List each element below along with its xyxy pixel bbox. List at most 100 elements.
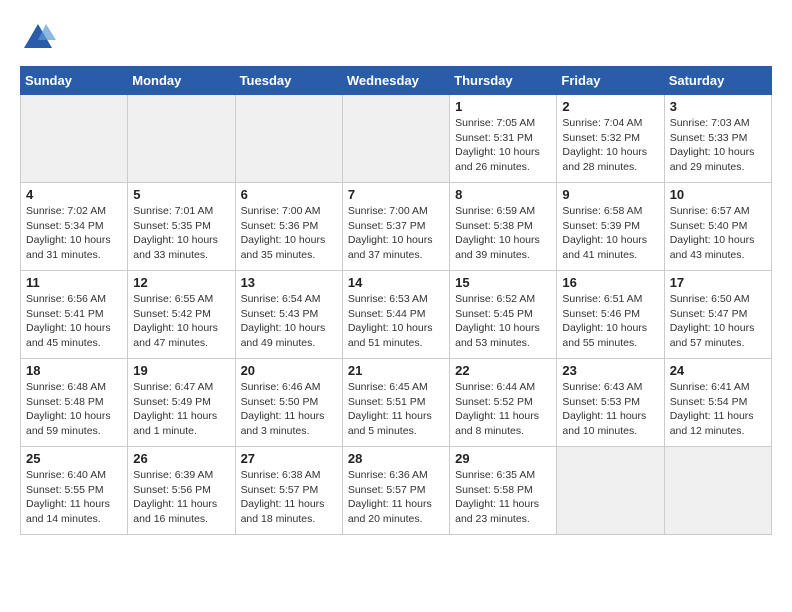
day-number: 20	[241, 363, 337, 378]
week-row-4: 18 Sunrise: 6:48 AMSunset: 5:48 PMDayligh…	[21, 359, 772, 447]
day-cell: 6 Sunrise: 7:00 AMSunset: 5:36 PMDaylight…	[235, 183, 342, 271]
logo	[20, 20, 56, 56]
day-cell: 29 Sunrise: 6:35 AMSunset: 5:58 PMDayligh…	[450, 447, 557, 535]
day-info: Sunrise: 6:50 AMSunset: 5:47 PMDaylight:…	[670, 292, 766, 351]
calendar-body: 1 Sunrise: 7:05 AMSunset: 5:31 PMDaylight…	[21, 95, 772, 535]
day-number: 8	[455, 187, 551, 202]
day-cell: 10 Sunrise: 6:57 AMSunset: 5:40 PMDayligh…	[664, 183, 771, 271]
day-cell: 14 Sunrise: 6:53 AMSunset: 5:44 PMDayligh…	[342, 271, 449, 359]
day-cell: 7 Sunrise: 7:00 AMSunset: 5:37 PMDaylight…	[342, 183, 449, 271]
day-number: 28	[348, 451, 444, 466]
day-cell: 12 Sunrise: 6:55 AMSunset: 5:42 PMDayligh…	[128, 271, 235, 359]
week-row-1: 1 Sunrise: 7:05 AMSunset: 5:31 PMDaylight…	[21, 95, 772, 183]
day-info: Sunrise: 6:53 AMSunset: 5:44 PMDaylight:…	[348, 292, 444, 351]
day-cell: 28 Sunrise: 6:36 AMSunset: 5:57 PMDayligh…	[342, 447, 449, 535]
day-number: 19	[133, 363, 229, 378]
day-number: 6	[241, 187, 337, 202]
day-info: Sunrise: 7:05 AMSunset: 5:31 PMDaylight:…	[455, 116, 551, 175]
day-cell	[342, 95, 449, 183]
day-number: 12	[133, 275, 229, 290]
day-number: 18	[26, 363, 122, 378]
day-info: Sunrise: 6:43 AMSunset: 5:53 PMDaylight:…	[562, 380, 658, 439]
day-info: Sunrise: 6:48 AMSunset: 5:48 PMDaylight:…	[26, 380, 122, 439]
day-number: 5	[133, 187, 229, 202]
day-info: Sunrise: 6:52 AMSunset: 5:45 PMDaylight:…	[455, 292, 551, 351]
day-number: 17	[670, 275, 766, 290]
day-number: 25	[26, 451, 122, 466]
day-cell: 4 Sunrise: 7:02 AMSunset: 5:34 PMDaylight…	[21, 183, 128, 271]
day-cell	[21, 95, 128, 183]
day-number: 3	[670, 99, 766, 114]
day-cell: 3 Sunrise: 7:03 AMSunset: 5:33 PMDaylight…	[664, 95, 771, 183]
day-info: Sunrise: 6:47 AMSunset: 5:49 PMDaylight:…	[133, 380, 229, 439]
day-cell: 2Sunrise: 7:04 AMSunset: 5:32 PMDaylight…	[557, 95, 664, 183]
calendar-table: SundayMondayTuesdayWednesdayThursdayFrid…	[20, 66, 772, 535]
day-cell: 9 Sunrise: 6:58 AMSunset: 5:39 PMDaylight…	[557, 183, 664, 271]
day-number: 22	[455, 363, 551, 378]
day-cell: 24Sunrise: 6:41 AMSunset: 5:54 PMDayligh…	[664, 359, 771, 447]
day-number: 7	[348, 187, 444, 202]
header-cell-thursday: Thursday	[450, 67, 557, 95]
day-cell	[235, 95, 342, 183]
week-row-5: 25 Sunrise: 6:40 AMSunset: 5:55 PMDayligh…	[21, 447, 772, 535]
week-row-3: 11Sunrise: 6:56 AMSunset: 5:41 PMDayligh…	[21, 271, 772, 359]
day-cell: 16 Sunrise: 6:51 AMSunset: 5:46 PMDayligh…	[557, 271, 664, 359]
header-cell-saturday: Saturday	[664, 67, 771, 95]
day-info: Sunrise: 6:54 AMSunset: 5:43 PMDaylight:…	[241, 292, 337, 351]
day-info: Sunrise: 6:41 AMSunset: 5:54 PMDaylight:…	[670, 380, 766, 439]
calendar-header: SundayMondayTuesdayWednesdayThursdayFrid…	[21, 67, 772, 95]
day-info: Sunrise: 6:39 AMSunset: 5:56 PMDaylight:…	[133, 468, 229, 527]
day-cell: 17 Sunrise: 6:50 AMSunset: 5:47 PMDayligh…	[664, 271, 771, 359]
day-info: Sunrise: 6:57 AMSunset: 5:40 PMDaylight:…	[670, 204, 766, 263]
day-cell	[557, 447, 664, 535]
day-number: 9	[562, 187, 658, 202]
day-info: Sunrise: 6:36 AMSunset: 5:57 PMDaylight:…	[348, 468, 444, 527]
day-number: 13	[241, 275, 337, 290]
day-number: 16	[562, 275, 658, 290]
day-info: Sunrise: 7:00 AMSunset: 5:36 PMDaylight:…	[241, 204, 337, 263]
day-info: Sunrise: 6:44 AMSunset: 5:52 PMDaylight:…	[455, 380, 551, 439]
day-info: Sunrise: 6:46 AMSunset: 5:50 PMDaylight:…	[241, 380, 337, 439]
day-number: 4	[26, 187, 122, 202]
day-number: 2	[562, 99, 658, 114]
day-cell: 1 Sunrise: 7:05 AMSunset: 5:31 PMDaylight…	[450, 95, 557, 183]
day-info: Sunrise: 6:35 AMSunset: 5:58 PMDaylight:…	[455, 468, 551, 527]
day-cell: 25 Sunrise: 6:40 AMSunset: 5:55 PMDayligh…	[21, 447, 128, 535]
header-cell-sunday: Sunday	[21, 67, 128, 95]
header-cell-wednesday: Wednesday	[342, 67, 449, 95]
day-cell: 15 Sunrise: 6:52 AMSunset: 5:45 PMDayligh…	[450, 271, 557, 359]
day-info: Sunrise: 7:01 AMSunset: 5:35 PMDaylight:…	[133, 204, 229, 263]
day-cell: 18 Sunrise: 6:48 AMSunset: 5:48 PMDayligh…	[21, 359, 128, 447]
day-info: Sunrise: 7:00 AMSunset: 5:37 PMDaylight:…	[348, 204, 444, 263]
day-info: Sunrise: 6:58 AMSunset: 5:39 PMDaylight:…	[562, 204, 658, 263]
day-cell: 8 Sunrise: 6:59 AMSunset: 5:38 PMDaylight…	[450, 183, 557, 271]
day-cell: 22 Sunrise: 6:44 AMSunset: 5:52 PMDayligh…	[450, 359, 557, 447]
day-number: 11	[26, 275, 122, 290]
day-cell: 5 Sunrise: 7:01 AMSunset: 5:35 PMDaylight…	[128, 183, 235, 271]
header-cell-monday: Monday	[128, 67, 235, 95]
day-number: 15	[455, 275, 551, 290]
day-number: 14	[348, 275, 444, 290]
day-info: Sunrise: 7:03 AMSunset: 5:33 PMDaylight:…	[670, 116, 766, 175]
day-cell: 26 Sunrise: 6:39 AMSunset: 5:56 PMDayligh…	[128, 447, 235, 535]
day-info: Sunrise: 6:45 AMSunset: 5:51 PMDaylight:…	[348, 380, 444, 439]
day-info: Sunrise: 6:55 AMSunset: 5:42 PMDaylight:…	[133, 292, 229, 351]
day-number: 10	[670, 187, 766, 202]
day-info: Sunrise: 6:51 AMSunset: 5:46 PMDaylight:…	[562, 292, 658, 351]
day-cell	[128, 95, 235, 183]
day-number: 29	[455, 451, 551, 466]
day-info: Sunrise: 6:59 AMSunset: 5:38 PMDaylight:…	[455, 204, 551, 263]
day-info: Sunrise: 7:02 AMSunset: 5:34 PMDaylight:…	[26, 204, 122, 263]
page-header	[20, 20, 772, 56]
day-cell: 27 Sunrise: 6:38 AMSunset: 5:57 PMDayligh…	[235, 447, 342, 535]
day-info: Sunrise: 6:40 AMSunset: 5:55 PMDaylight:…	[26, 468, 122, 527]
day-number: 23	[562, 363, 658, 378]
day-cell	[664, 447, 771, 535]
day-number: 26	[133, 451, 229, 466]
day-number: 1	[455, 99, 551, 114]
day-number: 27	[241, 451, 337, 466]
day-cell: 13 Sunrise: 6:54 AMSunset: 5:43 PMDayligh…	[235, 271, 342, 359]
day-cell: 19 Sunrise: 6:47 AMSunset: 5:49 PMDayligh…	[128, 359, 235, 447]
day-info: Sunrise: 6:38 AMSunset: 5:57 PMDaylight:…	[241, 468, 337, 527]
day-cell: 11Sunrise: 6:56 AMSunset: 5:41 PMDayligh…	[21, 271, 128, 359]
